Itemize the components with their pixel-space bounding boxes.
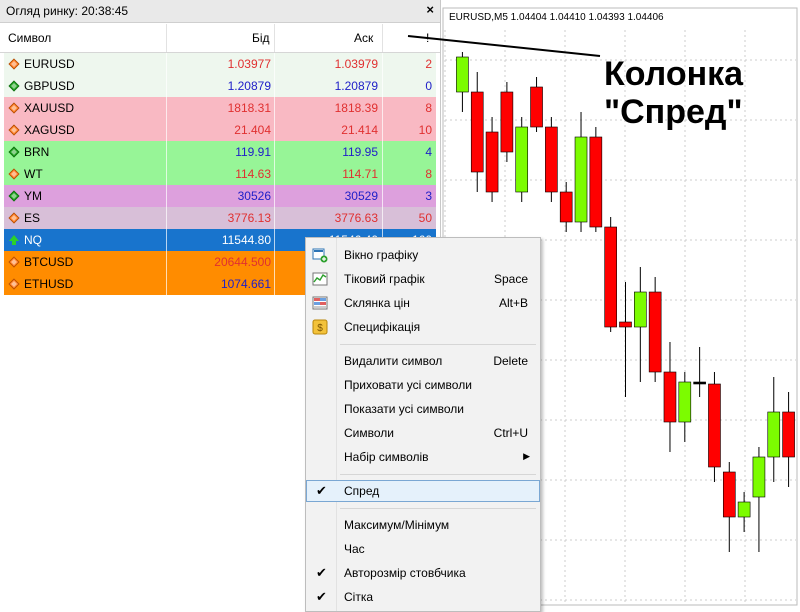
- menu-item-7[interactable]: Символи Ctrl+U: [306, 422, 540, 444]
- menu-item-shortcut: Ctrl+U: [493, 426, 528, 440]
- menu-item-label: Час: [344, 542, 365, 556]
- menu-item-9[interactable]: ✔ Спред: [306, 480, 540, 502]
- menu-item-10[interactable]: Максимум/Мінімум: [306, 514, 540, 536]
- submenu-arrow-icon: ▶: [523, 451, 530, 461]
- menu-item-0[interactable]: Вікно графіку: [306, 244, 540, 266]
- menu-separator: [340, 344, 536, 345]
- menu-item-4[interactable]: Видалити символ Delete: [306, 350, 540, 372]
- callout-line-2: "Спред": [604, 93, 743, 131]
- menu-item-label: Максимум/Мінімум: [344, 518, 450, 532]
- menu-separator: [340, 474, 536, 475]
- menu-item-label: Набір символів: [344, 450, 429, 464]
- menu-item-6[interactable]: Показати усі символи: [306, 398, 540, 420]
- menu-item-2[interactable]: Склянка цін Alt+B: [306, 292, 540, 314]
- checkmark-icon: ✔: [316, 483, 327, 498]
- menu-item-1[interactable]: Тіковий графік Space: [306, 268, 540, 290]
- menu-item-label: Приховати усі символи: [344, 378, 472, 392]
- menu-item-label: Авторозмір стовбчика: [344, 566, 466, 580]
- menu-item-5[interactable]: Приховати усі символи: [306, 374, 540, 396]
- menu-item-shortcut: Alt+B: [498, 296, 528, 310]
- menu-item-3[interactable]: $ Специфікація: [306, 316, 540, 338]
- callout-line-1: Колонка: [604, 55, 744, 93]
- menu-item-12[interactable]: ✔ Авторозмір стовбчика: [306, 562, 540, 584]
- menu-item-8[interactable]: Набір символів ▶: [306, 446, 540, 468]
- menu-item-label: Спред: [344, 484, 380, 498]
- menu-item-label: Символи: [344, 426, 394, 440]
- menu-item-11[interactable]: Час: [306, 538, 540, 560]
- menu-item-label: Склянка цін: [344, 296, 410, 310]
- menu-item-label: Вікно графіку: [344, 248, 419, 262]
- checkmark-icon: ✔: [316, 589, 327, 604]
- menu-item-label: Видалити символ: [344, 354, 443, 368]
- svg-text:$: $: [317, 323, 323, 334]
- context-menu: Вікно графіку Тіковий графік Space Склянка …: [305, 237, 541, 612]
- menu-item-shortcut: Delete: [493, 354, 528, 368]
- menu-item-label: Сітка: [344, 590, 374, 604]
- menu-item-label: Показати усі символи: [344, 402, 464, 416]
- callout-label: Колонка "Спред": [604, 55, 743, 131]
- tick-chart-icon: [312, 271, 328, 287]
- menu-item-shortcut: Space: [493, 272, 528, 286]
- menu-item-13[interactable]: ✔ Сітка: [306, 586, 540, 608]
- menu-item-label: Тіковий графік: [344, 272, 425, 286]
- specification-icon: $: [312, 319, 328, 335]
- chart-window-icon: [312, 247, 328, 263]
- depth-of-market-icon: [312, 295, 328, 311]
- checkmark-icon: ✔: [316, 565, 327, 580]
- menu-item-label: Специфікація: [344, 320, 421, 334]
- menu-separator: [340, 508, 536, 509]
